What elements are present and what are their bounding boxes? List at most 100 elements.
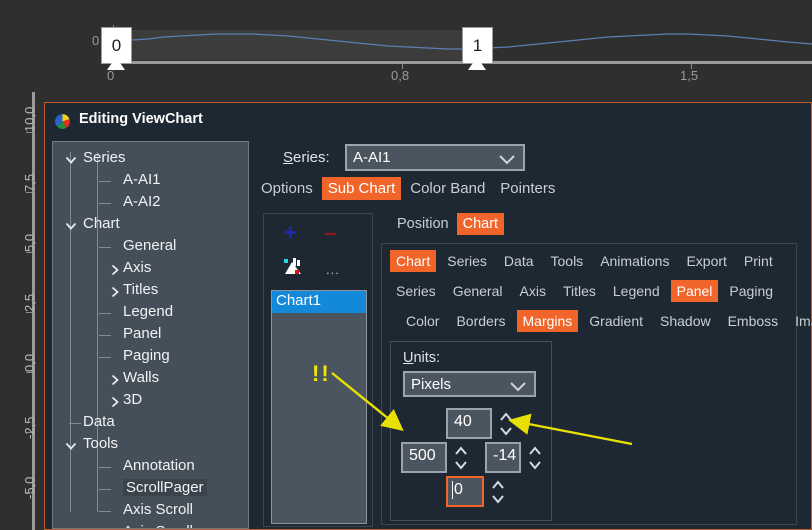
tree-guide	[99, 203, 111, 204]
series-dropdown[interactable]: A-AI1	[345, 144, 525, 171]
tab-export[interactable]: Export	[680, 250, 732, 272]
tree-item-label: Axis Scroll	[123, 501, 194, 518]
navigation-tree[interactable]: Series A-AI1 A-AI2 Chart General Axis Titles Le…	[52, 141, 249, 529]
margin-top-stepper[interactable]	[498, 411, 514, 442]
tab-borders[interactable]: Borders	[450, 310, 511, 332]
axis-tick	[26, 252, 32, 253]
series-selector-label: Series:	[283, 149, 330, 166]
add-subchart-button[interactable]: +	[284, 222, 297, 244]
tree-item-label: Panel	[123, 325, 162, 342]
units-label: Units:	[403, 350, 440, 366]
tab-titles[interactable]: Titles	[557, 280, 602, 302]
units-dropdown[interactable]: Pixels	[403, 371, 536, 397]
axis-tick-label: 7,5	[22, 173, 37, 192]
tab-chart[interactable]: Chart	[456, 213, 505, 235]
tree-item-walls[interactable]: Walls	[53, 368, 248, 390]
tab-pointers[interactable]: Pointers	[494, 177, 561, 200]
tree-item-label: Data	[83, 413, 115, 430]
tab-panel[interactable]: Panel	[670, 280, 719, 302]
tree-item-legend[interactable]: Legend	[53, 302, 248, 324]
tab-tools[interactable]: Tools	[545, 250, 590, 272]
list-item[interactable]: Chart1	[272, 291, 366, 313]
tree-item-series[interactable]: Series	[53, 148, 248, 170]
tree-guide	[99, 313, 111, 314]
margin-top-input[interactable]: 40	[446, 408, 492, 439]
tree-item-label: Legend	[123, 303, 174, 320]
chevron-right-icon[interactable]	[109, 395, 121, 408]
tree-item-label: 3D	[123, 391, 143, 408]
chevron-down-icon[interactable]	[65, 153, 77, 165]
tab-color-band[interactable]: Color Band	[404, 177, 491, 200]
margin-left-stepper[interactable]	[453, 445, 469, 476]
tree-item-general[interactable]: General	[53, 236, 248, 258]
tree-item-3d[interactable]: 3D	[53, 390, 248, 412]
tree-item-annotation[interactable]: Annotation	[53, 456, 248, 478]
margin-right-stepper[interactable]	[527, 445, 543, 476]
margin-bottom-stepper[interactable]	[490, 479, 506, 510]
tree-item-label: A-AI1	[123, 171, 161, 188]
subchart-list[interactable]: Chart1	[271, 290, 367, 524]
tree-item-tools[interactable]: Tools	[53, 434, 248, 456]
remove-subchart-button[interactable]: –	[324, 222, 336, 244]
tab-paging[interactable]: Paging	[723, 280, 779, 302]
axis-tick	[26, 492, 32, 493]
series-dropdown-value: A-AI1	[353, 149, 391, 166]
axis-tick-label: 0,0	[22, 353, 37, 372]
tree-item-chart[interactable]: Chart	[53, 214, 248, 236]
tab-color[interactable]: Color	[400, 310, 445, 332]
tab-chart[interactable]: Chart	[390, 250, 437, 272]
more-options-button[interactable]: ...	[326, 262, 340, 277]
tab-series[interactable]: Series	[441, 250, 493, 272]
chevron-right-icon[interactable]	[109, 263, 121, 276]
tab-print[interactable]: Print	[738, 250, 779, 272]
tab-margins[interactable]: Margins	[516, 310, 579, 332]
tab-emboss[interactable]: Emboss	[722, 310, 785, 332]
tab-gradient[interactable]: Gradient	[583, 310, 649, 332]
tree-item-label: Chart	[83, 215, 120, 232]
tab-position[interactable]: Position	[391, 213, 455, 235]
tab-animations[interactable]: Animations	[594, 250, 675, 272]
text-caret	[452, 481, 453, 499]
axis-tick	[26, 432, 32, 433]
pager-handle-right-pointer[interactable]	[468, 57, 486, 70]
chevron-right-icon[interactable]	[109, 373, 121, 386]
margins-units-group: Units: Pixels 40 500 -14 0	[390, 341, 552, 521]
tab-shadow[interactable]: Shadow	[654, 310, 717, 332]
tab-data[interactable]: Data	[498, 250, 540, 272]
tab-sub-chart[interactable]: Sub Chart	[321, 177, 402, 200]
scroll-pager[interactable]: 0 0 1 0 0,8 1,5	[0, 0, 812, 100]
axis-tick	[26, 372, 32, 373]
annotation-exclamation: !!	[312, 361, 331, 386]
tree-item-label: Axis	[123, 259, 152, 276]
tree-item-axis[interactable]: Axis	[53, 258, 248, 280]
chart-icon[interactable]	[283, 258, 303, 276]
margin-left-input[interactable]: 500	[401, 442, 447, 473]
tree-item-scrollpager[interactable]: ScrollPager	[53, 478, 248, 500]
tree-guide	[99, 357, 111, 358]
tab-general[interactable]: General	[447, 280, 509, 302]
units-dropdown-value: Pixels	[411, 376, 452, 393]
tree-item-axis-scroll[interactable]: Axis Scroll	[53, 522, 248, 528]
tree-item-label: Axis Scroll	[123, 523, 193, 528]
tree-item-a-ai2[interactable]: A-AI2	[53, 192, 248, 214]
axis-tick-label: 10,0	[22, 106, 37, 132]
tree-item-paging[interactable]: Paging	[53, 346, 248, 368]
dialog-titlebar[interactable]: Editing ViewChart	[45, 103, 811, 139]
tree-item-label: Series	[83, 149, 126, 166]
tree-item-panel[interactable]: Panel	[53, 324, 248, 346]
margin-right-input[interactable]: -14	[485, 442, 521, 473]
pager-axis-label-2: 1,5	[680, 68, 699, 83]
tree-item-a-ai1[interactable]: A-AI1	[53, 170, 248, 192]
tree-item-axis-scroll[interactable]: Axis Scroll	[53, 500, 248, 522]
tree-item-titles[interactable]: Titles	[53, 280, 248, 302]
tab-options[interactable]: Options	[255, 177, 319, 200]
tab-legend[interactable]: Legend	[607, 280, 666, 302]
chevron-right-icon[interactable]	[109, 285, 121, 298]
chevron-down-icon[interactable]	[65, 439, 77, 451]
tab-image[interactable]: Image	[789, 310, 812, 332]
tab-axis[interactable]: Axis	[514, 280, 552, 302]
chevron-down-icon[interactable]	[65, 219, 77, 231]
tree-item-data[interactable]: Data	[53, 412, 248, 434]
color-wheel-icon	[55, 114, 70, 129]
tab-series[interactable]: Series	[390, 280, 442, 302]
